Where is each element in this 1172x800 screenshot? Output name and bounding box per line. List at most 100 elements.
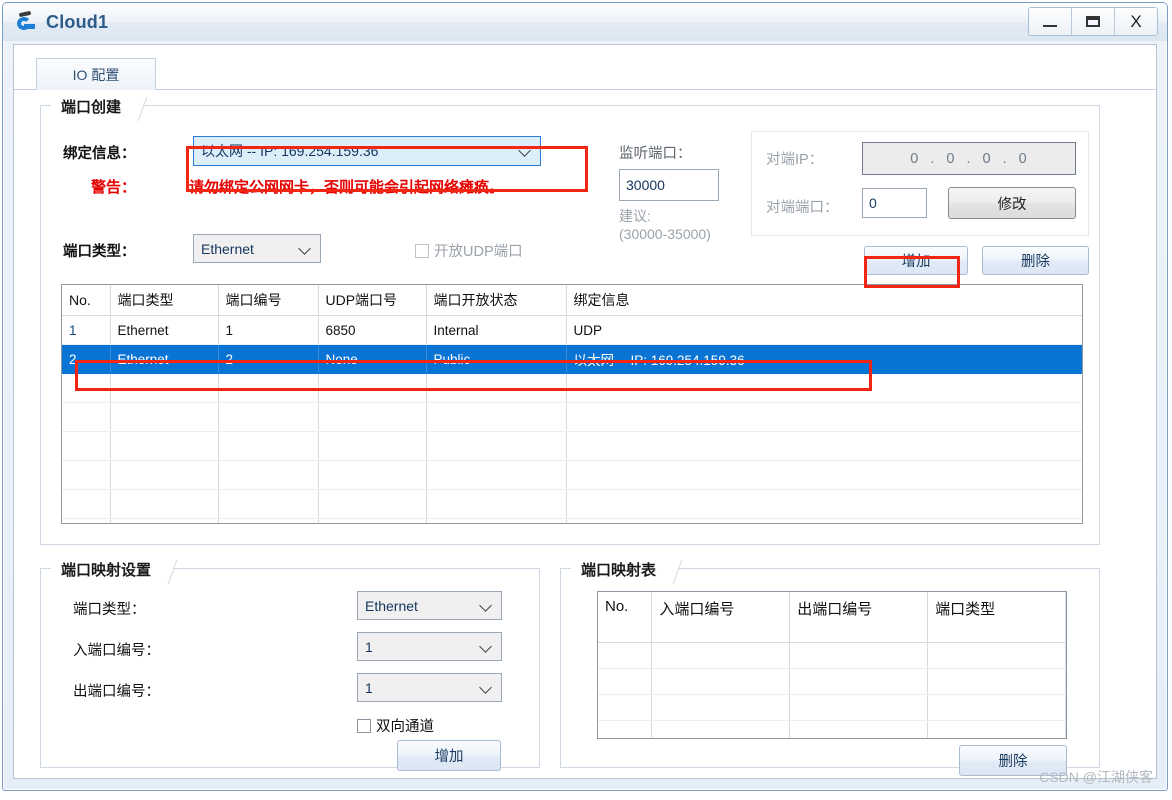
port-map-head: No. 入端口编号 出端口编号 端口类型: [598, 592, 1066, 643]
table-row-empty[interactable]: [62, 373, 1082, 403]
map-out-port-combobox[interactable]: 1: [357, 673, 502, 702]
chevron-down-icon: [481, 682, 492, 693]
table-cell-empty: [62, 489, 111, 519]
map-add-button-label: 增加: [434, 749, 464, 765]
table-row-empty[interactable]: [62, 402, 1082, 432]
table-row[interactable]: 2 Ethernet 2 None Public 以太网 -- IP: 169.254.1…: [62, 344, 1082, 374]
port-map-header-cell: 端口类型: [927, 592, 1066, 643]
port-map-table-element: No. 入端口编号 出端口编号 端口类型: [598, 592, 1066, 738]
modify-button-label: 修改: [997, 196, 1027, 213]
table-cell-empty: [598, 720, 653, 738]
table-row-empty[interactable]: [598, 642, 1066, 669]
warning-label: 警告：: [91, 179, 137, 196]
table-cell: 以太网 -- IP: 169.254.159.36: [566, 344, 1082, 374]
table-cell-empty: [110, 431, 219, 461]
port-map-table-title: 端口映射表: [571, 557, 679, 581]
table-cell-empty: [927, 720, 1066, 738]
table-cell-empty: [110, 518, 219, 523]
modify-button[interactable]: 修改: [948, 187, 1076, 219]
port-table-header-row: No. 端口类型 端口编号 UDP端口号 端口开放状态 绑定信息: [62, 285, 1082, 316]
ip-dot-1: .: [930, 150, 936, 167]
table-row-empty[interactable]: [62, 518, 1082, 523]
open-udp-port-checkbox[interactable]: 开放UDP端口: [415, 240, 523, 261]
table-row-empty[interactable]: [598, 694, 1066, 721]
map-port-type-combobox[interactable]: Ethernet: [357, 591, 502, 620]
table-row-empty[interactable]: [62, 489, 1082, 519]
peer-port-input[interactable]: 0: [862, 188, 927, 218]
table-cell-empty: [218, 518, 319, 523]
window-title: Cloud1: [46, 11, 109, 32]
table-cell-empty: [426, 402, 567, 432]
peer-ip-label: 对端IP：: [766, 152, 824, 168]
table-cell-empty: [318, 460, 427, 490]
port-map-table-group: 端口映射表 No. 入端口编号 出端口编号 端口类型 删除: [560, 557, 1100, 776]
table-cell-empty: [566, 518, 1082, 523]
table-cell-empty: [110, 460, 219, 490]
tab-io-config[interactable]: IO 配置: [36, 58, 156, 90]
close-icon: X: [1130, 12, 1142, 31]
port-table-header-cell: 端口开放状态: [426, 285, 567, 316]
minimize-button[interactable]: [1029, 8, 1072, 35]
table-cell-empty: [110, 373, 219, 403]
listen-port-input[interactable]: 30000: [619, 169, 719, 201]
checkbox-box: [415, 243, 429, 258]
table-cell-empty: [218, 402, 319, 432]
add-port-button[interactable]: 增加: [864, 246, 968, 275]
table-cell: 1: [62, 315, 111, 345]
peer-ip-input[interactable]: 0 . 0 . 0 . 0: [862, 142, 1076, 175]
maximize-button[interactable]: [1072, 8, 1115, 35]
chevron-down-icon: [481, 641, 492, 652]
close-button[interactable]: X: [1115, 8, 1157, 35]
port-table-head: No. 端口类型 端口编号 UDP端口号 端口开放状态 绑定信息: [62, 285, 1082, 316]
table-cell-empty: [927, 694, 1066, 721]
table-cell-empty: [218, 373, 319, 403]
map-in-port-label: 入端口编号：: [73, 643, 160, 659]
table-cell-empty: [426, 373, 567, 403]
table-row-empty[interactable]: [598, 668, 1066, 695]
port-table-header-cell: 端口类型: [110, 285, 219, 316]
table-cell: 1: [218, 315, 319, 345]
table-cell-empty: [789, 668, 929, 695]
client-area: IO 配置 端口创建 绑定信息： 以太网 -- IP: 169.254.159.…: [13, 44, 1157, 779]
table-cell: Internal: [426, 315, 567, 345]
peer-ip-octet-3: 0: [982, 150, 992, 167]
table-cell-empty: [566, 402, 1082, 432]
map-out-port-value: 1: [365, 679, 373, 696]
map-add-button[interactable]: 增加: [397, 740, 501, 771]
table-row[interactable]: 1 Ethernet 1 6850 Internal UDP: [62, 315, 1082, 345]
table-cell-empty: [566, 489, 1082, 519]
port-map-grid[interactable]: No. 入端口编号 出端口编号 端口类型: [597, 591, 1067, 739]
table-cell-empty: [598, 694, 653, 721]
port-type-combobox[interactable]: Ethernet: [193, 234, 321, 263]
table-cell: UDP: [566, 315, 1082, 345]
table-cell-empty: [927, 642, 1066, 669]
bidirectional-label: 双向通道: [376, 719, 434, 735]
table-cell-empty: [426, 489, 567, 519]
table-cell: 6850: [318, 315, 427, 345]
delete-port-button-label: 删除: [1021, 254, 1050, 270]
table-cell-empty: [218, 431, 319, 461]
table-cell-empty: [927, 668, 1066, 695]
suggest-label: 建议:: [619, 208, 651, 224]
table-row-empty[interactable]: [598, 720, 1066, 738]
peer-ip-octet-4: 0: [1018, 150, 1028, 167]
table-cell-empty: [566, 431, 1082, 461]
map-in-port-value: 1: [365, 638, 373, 655]
bidirectional-checkbox[interactable]: 双向通道: [357, 715, 434, 736]
table-row-empty[interactable]: [62, 431, 1082, 461]
delete-port-button[interactable]: 删除: [982, 246, 1089, 275]
port-table[interactable]: No. 端口类型 端口编号 UDP端口号 端口开放状态 绑定信息 1 Ethernet 1 68…: [61, 284, 1083, 524]
map-port-type-value: Ethernet: [365, 597, 418, 614]
maximize-icon: [1086, 16, 1100, 27]
port-table-header-cell: 端口编号: [218, 285, 319, 316]
peer-port-label: 对端端口：: [766, 200, 839, 216]
table-cell-empty: [651, 694, 791, 721]
map-in-port-combobox[interactable]: 1: [357, 632, 502, 661]
port-create-title: 端口创建: [51, 94, 144, 118]
binding-info-combobox[interactable]: 以太网 -- IP: 169.254.159.36: [193, 136, 541, 166]
port-map-header-cell: No.: [598, 592, 653, 643]
map-port-type-label: 端口类型：: [73, 602, 146, 618]
table-cell: None: [318, 344, 427, 374]
chevron-down-icon: [300, 243, 311, 254]
table-row-empty[interactable]: [62, 460, 1082, 490]
